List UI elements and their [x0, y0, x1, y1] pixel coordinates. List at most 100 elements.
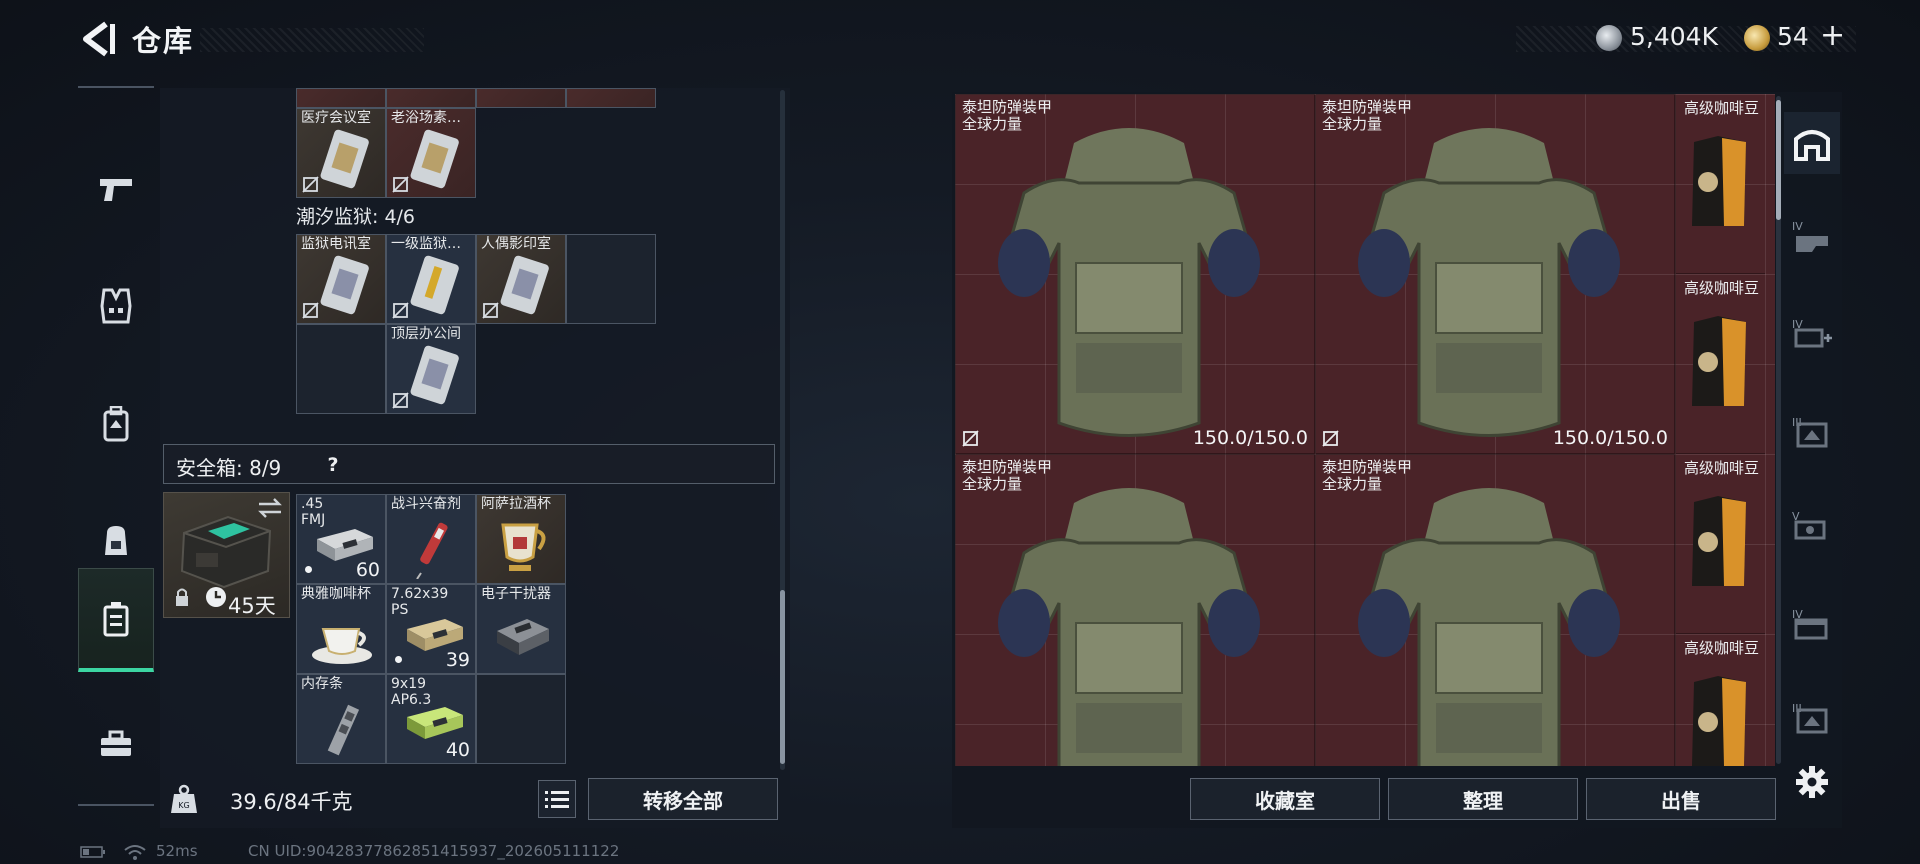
- coffee-bag-icon: [1692, 136, 1746, 226]
- keycard-item[interactable]: 顶层办公间: [386, 324, 476, 414]
- swap-icon[interactable]: [257, 497, 283, 519]
- ram-item[interactable]: 内存条: [296, 674, 386, 764]
- jammer-icon: [497, 619, 549, 655]
- organize-button[interactable]: 整理: [1388, 778, 1578, 820]
- body-armor-image: [998, 128, 1260, 437]
- body-armor-image: [998, 488, 1260, 766]
- nav-toolbox[interactable]: [78, 692, 154, 796]
- no-sell-icon: [392, 176, 409, 193]
- keycard-icon: [410, 345, 459, 405]
- no-sell-icon: [482, 302, 499, 319]
- list-view-button[interactable]: [538, 780, 576, 818]
- armor-item[interactable]: 泰坦防弹装甲 全球力量: [1315, 454, 1675, 766]
- weight-icon: KG: [171, 784, 197, 813]
- lock-icon: [176, 588, 188, 606]
- nav-safe-case[interactable]: [78, 568, 154, 672]
- filter-iv-button[interactable]: IV: [1784, 204, 1840, 266]
- gold-amount: 54: [1777, 22, 1809, 51]
- back-arrow-icon: [83, 21, 115, 57]
- keycard-item[interactable]: 一级监狱…: [386, 234, 476, 324]
- transfer-all-button[interactable]: 转移全部: [588, 778, 778, 820]
- wifi-icon: [124, 845, 146, 860]
- section-label: 潮汐监狱: 4/6: [296, 206, 416, 228]
- coffee-item[interactable]: 高级咖啡豆: [1675, 94, 1765, 274]
- armor-durability: 150.0/150.0: [1192, 427, 1308, 449]
- filter-iv-plus-button[interactable]: IV: [1784, 302, 1840, 364]
- clock-icon: [206, 587, 226, 607]
- ram-stick-icon: [327, 704, 360, 756]
- empty-slot[interactable]: [296, 324, 386, 414]
- inventory-cell[interactable]: [386, 88, 476, 108]
- battery-icon: [80, 846, 105, 858]
- inventory-cell[interactable]: [296, 88, 386, 108]
- no-sell-icon: [1322, 430, 1339, 447]
- no-sell-icon: [302, 176, 319, 193]
- help-button[interactable]: ?: [318, 452, 348, 478]
- title-decoration: [200, 28, 424, 52]
- add-currency-button[interactable]: +: [1820, 18, 1845, 53]
- keycard-item[interactable]: 医疗会议室: [296, 108, 386, 198]
- keycard-item[interactable]: 老浴场素…: [386, 108, 476, 198]
- safe-case-icon: [103, 601, 129, 636]
- filter-v-button[interactable]: V: [1784, 494, 1840, 556]
- stash-home-button[interactable]: [1784, 112, 1840, 174]
- toolbox-icon: [101, 730, 131, 756]
- coffee-item[interactable]: 高级咖啡豆: [1675, 634, 1765, 766]
- no-sell-icon: [392, 392, 409, 409]
- ammo-item[interactable]: 9x19 AP6.3 40: [386, 674, 476, 764]
- keycard-item[interactable]: 监狱电讯室: [296, 234, 386, 324]
- inventory-cell[interactable]: [476, 88, 566, 108]
- armor-item[interactable]: 泰坦防弹装甲 全球力量: [955, 454, 1315, 766]
- ammo-box-icon: [317, 529, 373, 561]
- gear-icon: [1796, 766, 1828, 798]
- settings-button[interactable]: [1790, 760, 1834, 804]
- chest-rig-icon: [103, 406, 129, 442]
- nav-armor[interactable]: [78, 254, 154, 358]
- nav-weapons[interactable]: [78, 138, 154, 242]
- syringe-icon: [416, 522, 448, 579]
- backpack-icon: [105, 526, 127, 555]
- silver-amount: 5,404K: [1630, 22, 1718, 51]
- collection-room-button[interactable]: 收藏室: [1190, 778, 1380, 820]
- status-dot: [305, 566, 312, 573]
- body-armor-image: [1358, 488, 1620, 766]
- inventory-scroll-thumb[interactable]: [780, 590, 785, 764]
- filter-iii-icon: III: [1792, 416, 1828, 448]
- ammo-item[interactable]: 7.62x39 PS 39: [386, 584, 476, 674]
- empty-slot[interactable]: [476, 674, 566, 764]
- weight-capacity: 39.6/84千克: [230, 790, 353, 814]
- list-icon: [545, 791, 569, 808]
- page-title: 仓库: [132, 24, 195, 58]
- coffee-item[interactable]: 高级咖啡豆: [1675, 454, 1765, 634]
- keycard-item[interactable]: 人偶影印室: [476, 234, 566, 324]
- svg-text:KG: KG: [178, 801, 189, 810]
- pistol-icon: [100, 179, 132, 201]
- stimulant-item[interactable]: 战斗兴奋剂: [386, 494, 476, 584]
- ping-text: 52ms: [156, 842, 198, 860]
- empty-slot[interactable]: [566, 234, 656, 324]
- nav-rig[interactable]: [78, 372, 154, 476]
- filter-iii-button[interactable]: III: [1784, 400, 1840, 462]
- armor-item[interactable]: 泰坦防弹装甲 全球力量 150.0/150.0: [1315, 94, 1675, 454]
- coffee-bag-icon: [1692, 316, 1746, 406]
- silver-coin-icon: [1596, 25, 1622, 51]
- keycard-icon: [320, 129, 369, 189]
- safe-case-image: [180, 515, 272, 589]
- teacup-icon: [312, 628, 372, 664]
- jammer-item[interactable]: 电子干扰器: [476, 584, 566, 674]
- keycard-icon: [320, 255, 369, 315]
- filter-iii-b-button[interactable]: III: [1784, 686, 1840, 748]
- inventory-cell[interactable]: [566, 88, 656, 108]
- coffee-item[interactable]: 高级咖啡豆: [1675, 274, 1765, 454]
- safe-box-title: 安全箱: 8/9: [176, 456, 282, 480]
- svg-text:IV: IV: [1792, 220, 1803, 233]
- filter-iv-b-button[interactable]: IV: [1784, 592, 1840, 654]
- back-button[interactable]: [78, 20, 116, 58]
- armor-item[interactable]: 泰坦防弹装甲 全球力量 150.0/150.0: [955, 94, 1315, 454]
- ammo-item[interactable]: .45 FMJ 60: [296, 494, 386, 584]
- filter-iii-b-icon: III: [1792, 702, 1828, 734]
- goblet-icon: [501, 523, 546, 571]
- teacup-item[interactable]: 典雅咖啡杯: [296, 584, 386, 674]
- goblet-item[interactable]: 阿萨拉酒杯: [476, 494, 566, 584]
- sell-button[interactable]: 出售: [1586, 778, 1776, 820]
